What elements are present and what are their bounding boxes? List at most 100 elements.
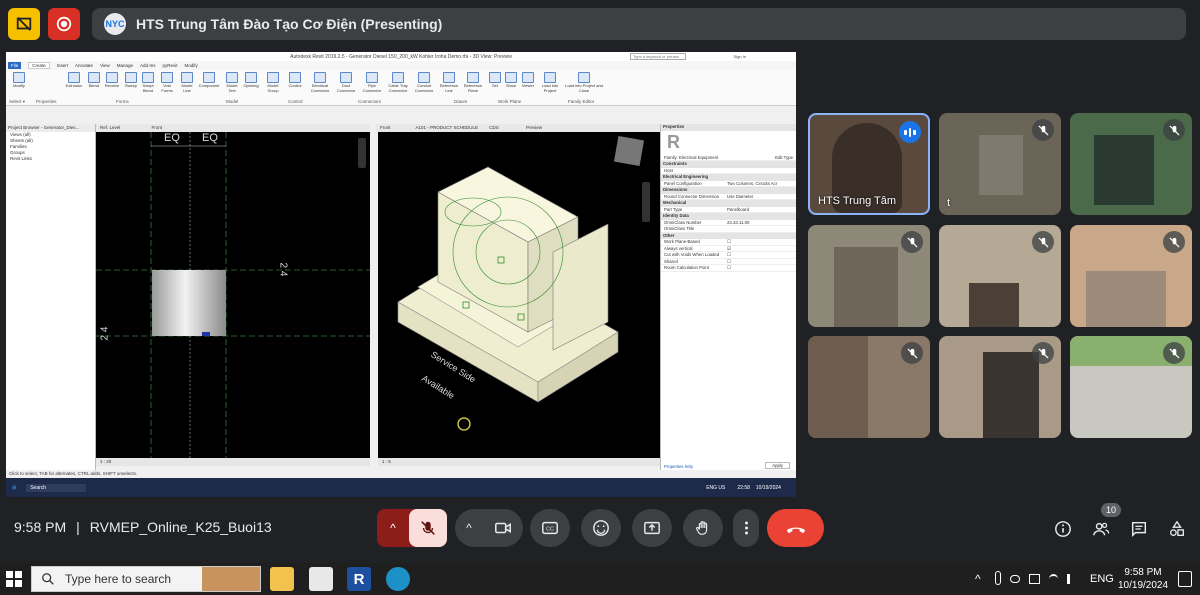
notifications-icon[interactable] [1178, 571, 1192, 587]
participant-tile[interactable] [939, 225, 1061, 327]
ribbon-electrical-connector[interactable]: Electrical Connector [308, 72, 332, 93]
view-tab[interactable]: Preview [526, 125, 542, 130]
ribbon-sweep[interactable]: Sweep [123, 72, 139, 89]
revit-search-input[interactable]: Type a keyword or phrase [630, 53, 686, 60]
revit-app-icon[interactable]: R [347, 567, 371, 591]
meeting-details-button[interactable] [1052, 518, 1074, 540]
tab-manage[interactable]: Manage [117, 63, 133, 68]
property-value[interactable]: Panelboard [727, 207, 749, 213]
edit-type-button[interactable]: Edit Type [775, 155, 793, 161]
properties-help-link[interactable]: Properties help [664, 464, 693, 469]
file-explorer-icon[interactable] [270, 567, 294, 591]
participant-tile[interactable] [1070, 225, 1192, 327]
raise-hand-button[interactable] [683, 509, 723, 547]
windows-start-icon[interactable] [6, 571, 22, 587]
tab-insert[interactable]: Insert [57, 63, 68, 68]
edge-browser-icon[interactable] [386, 567, 410, 591]
camera-toggle-button[interactable] [483, 519, 523, 537]
view-tab[interactable]: Ref. Level [100, 125, 120, 130]
mic-toggle-button[interactable] [409, 509, 447, 547]
property-value[interactable]: Two Columns, Circuits Acr [727, 181, 777, 187]
reactions-button[interactable] [581, 509, 621, 547]
group-select[interactable]: Select ▾ [9, 99, 25, 105]
ribbon-viewer[interactable]: Viewer [520, 72, 536, 89]
ribbon-modify[interactable]: Modify [10, 72, 28, 89]
mic-options-chevron-icon[interactable]: ^ [377, 509, 409, 547]
participant-tile[interactable]: t [939, 113, 1061, 215]
onedrive-icon[interactable] [1010, 575, 1020, 583]
volume-icon[interactable] [1066, 574, 1075, 584]
ribbon-pipe-connector[interactable]: Pipe Connector [360, 72, 384, 93]
scale-label[interactable]: 1 : 5 [382, 459, 391, 464]
ribbon-reference-plane[interactable]: Reference Plane [462, 72, 484, 93]
remote-start-icon[interactable]: ⊞ [12, 485, 16, 491]
tab-addins[interactable]: Add-Ins [140, 63, 156, 68]
taskbar-clock[interactable]: 9:58 PM 10/19/2024 [1118, 566, 1168, 592]
people-button[interactable] [1090, 518, 1112, 540]
property-value[interactable]: 23.33.11.00 [727, 220, 749, 226]
ribbon-duct-connector[interactable]: Duct Connector [334, 72, 358, 93]
more-options-button[interactable] [733, 509, 759, 547]
ribbon-load-and-close[interactable]: Load into Project and Close [564, 72, 604, 93]
ribbon-show[interactable]: Show [504, 72, 518, 89]
ribbon-component[interactable]: Component [197, 72, 221, 89]
system-tray-chevron-icon[interactable]: ^ [975, 572, 981, 586]
ribbon-model-line[interactable]: Model Line [179, 72, 195, 93]
ribbon-cable-tray-connector[interactable]: Cable Tray Connector [386, 72, 410, 93]
property-value[interactable]: ☐ [727, 252, 731, 258]
ribbon-reference-line[interactable]: Reference Line [438, 72, 460, 93]
property-value[interactable]: ☐ [727, 265, 731, 271]
recording-icon[interactable] [48, 8, 80, 40]
ribbon-set[interactable]: Set [488, 72, 502, 89]
ribbon-load-into-project[interactable]: Load into Project [538, 72, 562, 93]
view-tab[interactable]: Front [380, 125, 391, 130]
participant-tile[interactable] [1070, 113, 1192, 215]
participant-tile[interactable]: HTS Trung Tâm [808, 113, 930, 215]
ribbon-void-forms[interactable]: Void Forms [158, 72, 176, 93]
present-button[interactable] [632, 509, 672, 547]
ribbon-control[interactable]: Control [286, 72, 304, 89]
browser-item[interactable]: Revit Links [6, 156, 95, 162]
ribbon-model-text[interactable]: Model Text [224, 72, 240, 93]
elevation-view[interactable]: EQ EQ 2 4 2 4 [96, 132, 370, 458]
property-value[interactable]: ☐ [727, 239, 731, 245]
participant-tile[interactable] [939, 336, 1061, 438]
taskbar-search-input[interactable]: Type here to search [31, 566, 261, 592]
tab-file[interactable]: File [8, 62, 22, 69]
present-indicator-icon[interactable] [8, 8, 40, 40]
tab-view[interactable]: View [100, 63, 110, 68]
laptop-icon[interactable] [1028, 574, 1040, 584]
property-row[interactable]: Room Calculation Point ☐ [661, 265, 796, 272]
leave-call-button[interactable] [767, 509, 824, 547]
ribbon-swept-blend[interactable]: Swept Blend [140, 72, 156, 93]
ribbon-model-group[interactable]: Model Group [264, 72, 282, 93]
microphone-icon[interactable] [995, 571, 1002, 585]
property-value[interactable]: ☑ [727, 246, 731, 252]
view-tab[interactable]: A101 - PRODUCT SCHEDULE [416, 125, 478, 130]
ribbon-extrusion[interactable]: Extrusion [64, 72, 84, 89]
revit-sign-in[interactable]: Sign In [734, 54, 746, 59]
tab-modify[interactable]: Modify [185, 63, 198, 68]
remote-search[interactable]: Search [26, 483, 87, 492]
captions-button[interactable]: CC [530, 509, 570, 547]
camera-options-chevron-icon[interactable]: ^ [455, 521, 483, 535]
ribbon-opening[interactable]: Opening [242, 72, 260, 89]
tab-pyrevit[interactable]: pyRevit [163, 63, 178, 68]
navigation-bar[interactable] [358, 138, 366, 168]
3d-preview-view[interactable]: Service Side Available [378, 132, 660, 458]
tab-annotate[interactable]: Annotate [75, 63, 93, 68]
type-selector[interactable]: R [661, 131, 796, 155]
view-tab[interactable]: CDS [489, 125, 499, 130]
taskbar-language[interactable]: ENG [1090, 573, 1114, 585]
chat-button[interactable] [1128, 518, 1150, 540]
property-value[interactable]: ☐ [727, 259, 731, 265]
app-icon[interactable] [309, 567, 333, 591]
scale-label[interactable]: 1 : 20 [100, 459, 111, 464]
wifi-icon[interactable] [1048, 574, 1058, 584]
ribbon-revolve[interactable]: Revolve [103, 72, 121, 89]
tab-create[interactable]: Create [28, 62, 50, 69]
activities-button[interactable] [1166, 518, 1188, 540]
ribbon-conduit-connector[interactable]: Conduit Connector [412, 72, 436, 93]
view-tab[interactable]: Front [152, 125, 163, 130]
participant-tile[interactable] [808, 336, 930, 438]
